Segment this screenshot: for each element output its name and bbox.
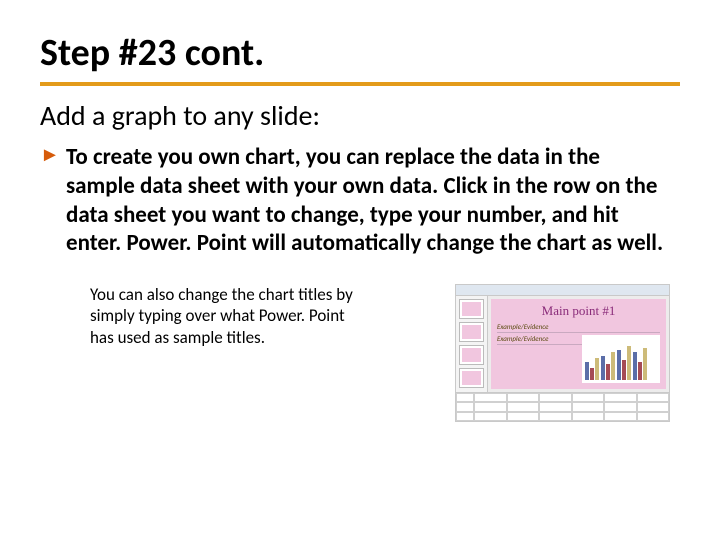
title-underline [40,82,680,86]
canvas-line-1: Example/Evidence [497,321,660,333]
thumbnail-titlebar [456,285,669,296]
slide-subtitle: Add a graph to any slide: [40,98,680,133]
thumbnail-slide-panel [456,296,488,392]
mini-slide [459,322,484,342]
thumbnail-datasheet [456,392,669,421]
footer-note: You can also change the chart titles by … [90,284,370,348]
canvas-slide-title: Main point #1 [497,303,660,319]
mini-slide [459,368,484,388]
body-bullet: ► To create you own chart, you can repla… [40,143,666,258]
triangle-bullet-icon: ► [40,145,60,165]
powerpoint-thumbnail: Main point #1 Example/Evidence Example/E… [455,284,670,422]
thumbnail-canvas: Main point #1 Example/Evidence Example/E… [491,299,666,389]
body-text: To create you own chart, you can replace… [66,143,663,257]
mini-slide [459,345,484,365]
slide-title: Step #23 cont. [40,30,680,76]
embedded-chart-icon [582,335,660,383]
mini-slide [459,299,484,319]
